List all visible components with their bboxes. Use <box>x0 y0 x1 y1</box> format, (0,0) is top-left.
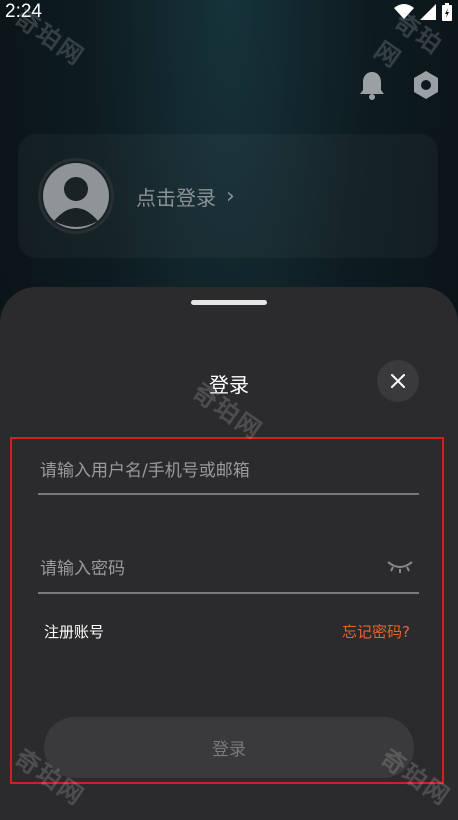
avatar[interactable] <box>38 158 114 234</box>
battery-icon <box>442 3 452 21</box>
password-underline <box>38 592 419 594</box>
register-link[interactable]: 注册账号 <box>44 621 104 642</box>
chevron-right-icon: › <box>226 184 235 209</box>
eye-closed-icon[interactable] <box>386 558 414 574</box>
status-bar: 2:24 <box>0 0 458 26</box>
close-icon <box>391 374 405 388</box>
login-button[interactable]: 登录 <box>44 717 414 778</box>
forgot-password-link[interactable]: 忘记密码? <box>342 621 410 642</box>
login-prompt-link[interactable]: 点击登录 › <box>136 182 235 211</box>
login-sheet: 登录 请输入用户名/手机号或邮箱 请输入密码 注册账号 忘记密码? 登录 <box>0 287 458 820</box>
username-input[interactable]: 请输入用户名/手机号或邮箱 <box>40 456 250 481</box>
username-underline <box>38 493 419 495</box>
close-button[interactable] <box>377 360 419 402</box>
login-prompt-label: 点击登录 <box>136 186 216 210</box>
avatar-icon <box>43 163 109 229</box>
profile-card[interactable]: 点击登录 › <box>18 134 438 258</box>
password-input[interactable]: 请输入密码 <box>40 554 125 579</box>
sheet-handle[interactable] <box>191 300 267 305</box>
bell-icon[interactable] <box>358 70 386 100</box>
